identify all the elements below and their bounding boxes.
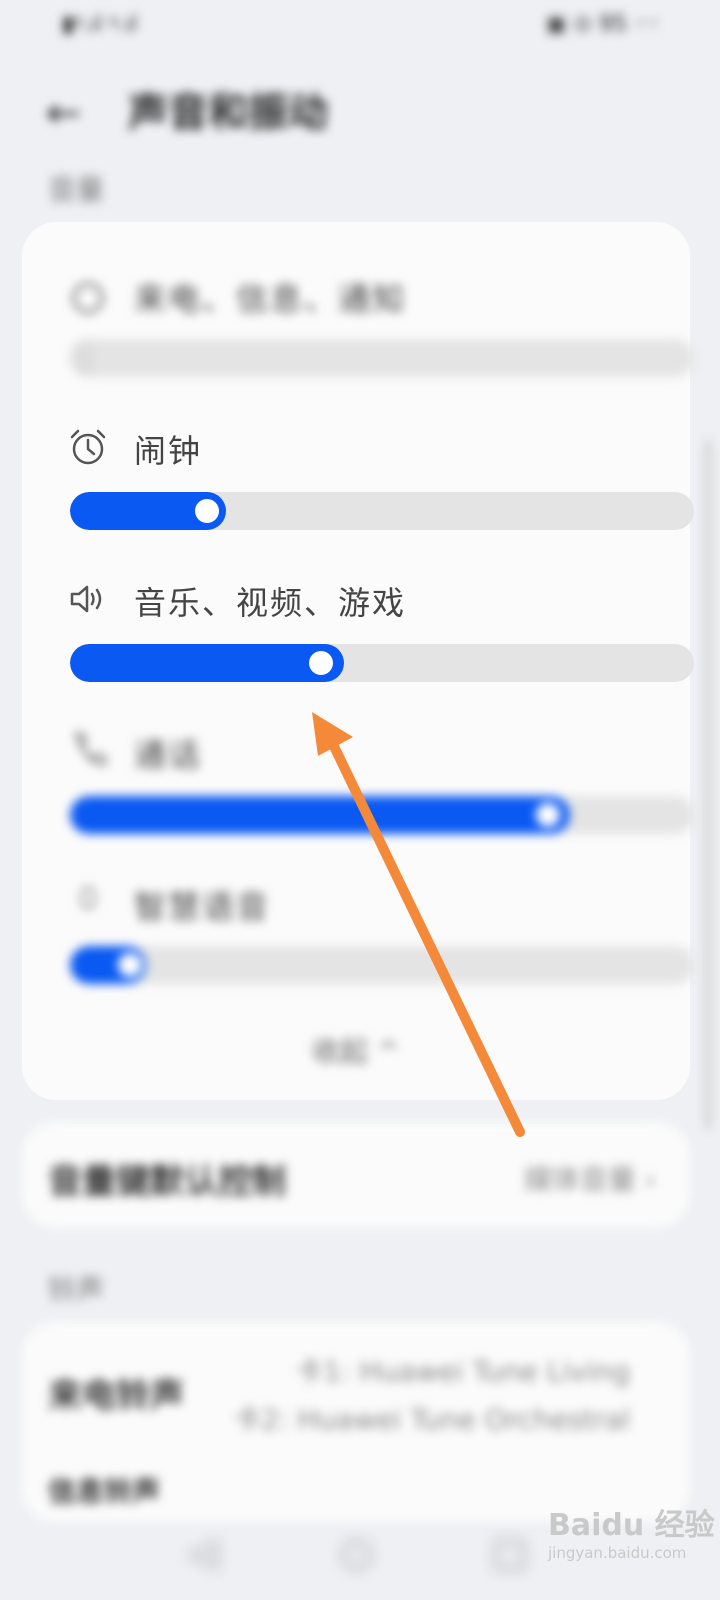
watermark-sub: jingyan.baidu.com (548, 1544, 687, 1562)
baidu-watermark: Baidu 经验 jingyan.baidu.com (548, 1500, 715, 1562)
annotation-arrow-icon (312, 712, 525, 1137)
watermark-main: Baidu 经验 (548, 1508, 715, 1543)
